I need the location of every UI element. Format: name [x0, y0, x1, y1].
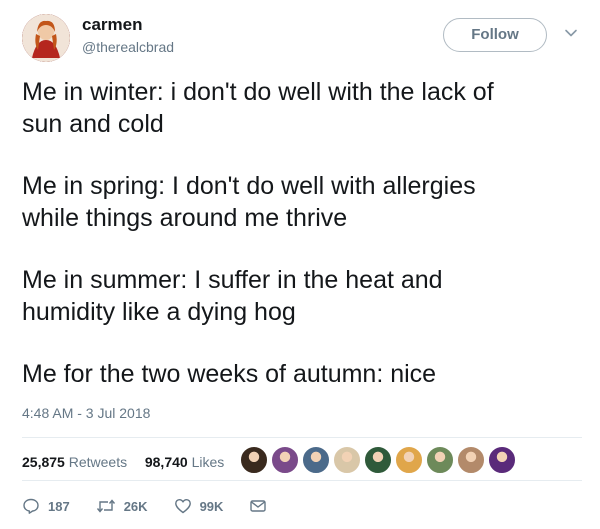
heart-icon [174, 499, 191, 514]
tweet-text: Me in winter: i don't do well with the l… [22, 76, 582, 420]
divider [22, 480, 582, 481]
likes-label: Likes [191, 454, 225, 470]
reply-count: 187 [48, 498, 70, 514]
divider [22, 437, 582, 438]
reply-icon [23, 498, 39, 514]
tweet-paragraph: Me in summer: I suffer in the heat and h… [22, 266, 443, 326]
likes-stat[interactable]: 98,740 Likes [145, 454, 224, 470]
chevron-down-icon[interactable] [564, 26, 578, 40]
envelope-icon [250, 500, 267, 512]
liker-avatar[interactable] [488, 446, 516, 474]
avatar[interactable] [22, 14, 70, 62]
liker-avatar[interactable] [333, 446, 361, 474]
like-button[interactable]: 99K [174, 497, 224, 515]
tweet-paragraph: Me in spring: I don't do well with aller… [22, 172, 476, 232]
retweet-button[interactable]: 26K [96, 497, 148, 515]
liker-avatar[interactable] [302, 446, 330, 474]
retweets-count: 25,875 [22, 454, 65, 470]
display-name[interactable]: carmen [82, 15, 142, 35]
user-handle[interactable]: @therealcbrad [82, 39, 174, 55]
retweet-icon [96, 499, 115, 513]
liker-avatars [240, 446, 519, 474]
follow-button[interactable]: Follow [443, 18, 547, 52]
reply-button[interactable]: 187 [22, 497, 70, 515]
likes-count: 98,740 [144, 454, 188, 470]
like-count: 99K [199, 498, 224, 514]
liker-avatar[interactable] [426, 446, 454, 474]
liker-avatar[interactable] [364, 446, 392, 474]
retweets-stat[interactable]: 25,875 Retweets [22, 454, 131, 470]
tweet-paragraph: Me for the two weeks of autumn: nice [22, 360, 437, 388]
liker-avatar[interactable] [457, 446, 485, 474]
direct-message-button[interactable] [249, 497, 275, 515]
engagement-stats: 25,875 Retweets 98,740 Likes [22, 454, 224, 470]
retweets-label: Retweets [68, 454, 128, 470]
retweet-count: 26K [123, 498, 148, 514]
tweet-actions: 187 26K 99K [22, 497, 301, 515]
liker-avatar[interactable] [271, 446, 299, 474]
tweet-timestamp[interactable]: 4:48 AM - 3 Jul 2018 [22, 405, 150, 421]
liker-avatar[interactable] [240, 446, 268, 474]
liker-avatar[interactable] [395, 446, 423, 474]
tweet-paragraph: Me in winter: i don't do well with the l… [22, 78, 494, 138]
